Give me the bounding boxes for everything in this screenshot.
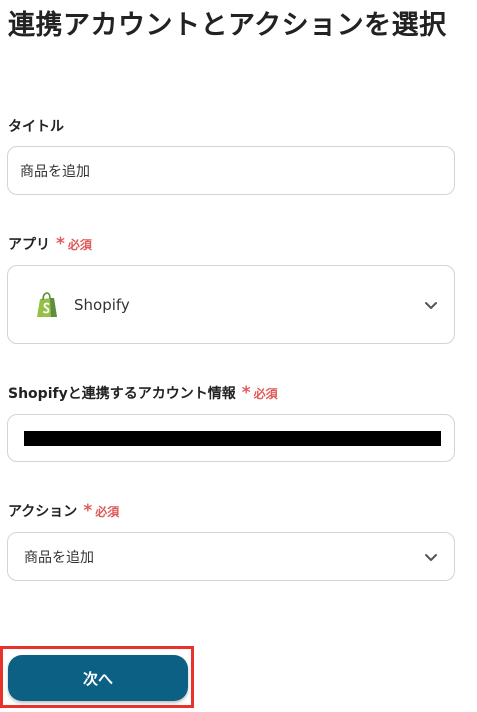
chevron-down-icon: [425, 301, 437, 309]
page: 連携アカウントとアクションを選択 タイトル 商品を追加 アプリ * 必須 Sho…: [0, 0, 477, 712]
app-select-value: Shopify: [74, 295, 130, 314]
required-asterisk-icon: *: [56, 233, 65, 254]
required-badge: * 必須: [83, 500, 120, 521]
account-field-label: Shopifyと連携するアカウント情報 * 必須: [8, 383, 278, 403]
action-field-label-text: アクション: [8, 504, 78, 520]
required-text: 必須: [253, 386, 278, 401]
title-field-label: タイトル: [8, 116, 64, 136]
shopify-bag-icon: [36, 291, 58, 318]
action-select[interactable]: 商品を追加: [7, 532, 455, 581]
title-field-label-text: タイトル: [8, 119, 64, 135]
required-asterisk-icon: *: [241, 382, 251, 403]
app-select[interactable]: Shopify: [7, 265, 455, 344]
account-select[interactable]: [7, 414, 455, 462]
account-field-label-text: Shopifyと連携するアカウント情報: [8, 386, 236, 402]
chevron-down-icon: [425, 553, 437, 561]
required-asterisk-icon: *: [83, 500, 93, 521]
required-badge: * 必須: [241, 382, 278, 403]
required-text: 必須: [67, 237, 92, 252]
next-button[interactable]: 次へ: [8, 655, 188, 701]
action-select-value: 商品を追加: [24, 549, 94, 566]
next-button-label: 次へ: [82, 669, 113, 688]
action-field-label: アクション * 必須: [8, 501, 119, 521]
required-text: 必須: [95, 504, 120, 519]
page-title: 連携アカウントとアクションを選択: [8, 10, 447, 41]
redacted-account-value: [24, 431, 441, 446]
required-badge: * 必須: [56, 233, 92, 254]
title-input[interactable]: 商品を追加: [7, 146, 455, 195]
title-input-value: 商品を追加: [20, 163, 90, 180]
app-field-label: アプリ * 必須: [8, 234, 92, 254]
app-field-label-text: アプリ: [8, 237, 50, 253]
